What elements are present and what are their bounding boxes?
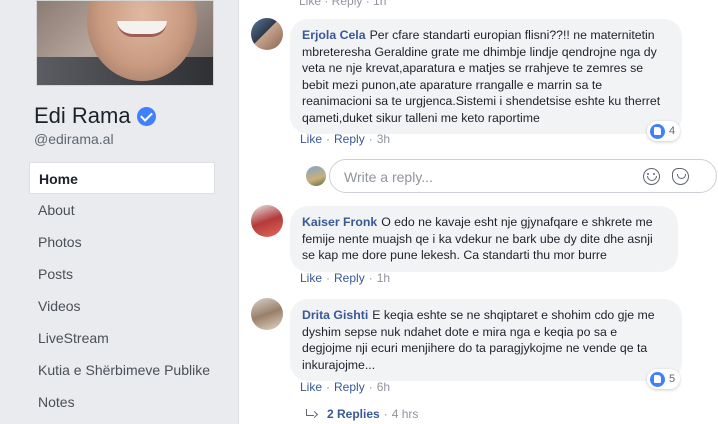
nav-item-home[interactable]: Home <box>29 162 215 194</box>
page-handle[interactable]: @edirama.al <box>34 131 114 147</box>
previous-comment-actions: Like · Reply · 1h <box>299 0 387 8</box>
view-replies-row: 2 Replies · 4 hrs <box>305 407 418 421</box>
separator-dot: · <box>326 132 331 146</box>
reaction-count-badge[interactable]: 5 <box>647 369 681 389</box>
nav-item-posts[interactable]: Posts <box>29 258 215 290</box>
comment-time[interactable]: 1h <box>377 271 390 285</box>
comment-bubble: Erjola Cela Per cfare standarti europian … <box>290 19 682 134</box>
separator-dot: · <box>326 380 331 394</box>
nav-item-public-services[interactable]: Kutia e Shërbimeve Publike <box>29 354 215 386</box>
page-nav: Home About Photos Posts Videos LiveStrea… <box>29 162 215 418</box>
reply-link[interactable]: Reply <box>334 132 365 146</box>
comment-author[interactable]: Erjola Cela <box>302 28 366 42</box>
view-replies-link[interactable]: 2 Replies <box>327 407 380 421</box>
separator-dot: · <box>326 271 331 285</box>
nav-item-photos[interactable]: Photos <box>29 226 215 258</box>
replies-time: 4 hrs <box>391 407 419 421</box>
sticker-icon[interactable] <box>672 168 689 185</box>
nav-item-videos[interactable]: Videos <box>29 290 215 322</box>
current-user-avatar <box>306 166 326 186</box>
nav-item-notes[interactable]: Notes <box>29 386 215 418</box>
comment-actions: Like · Reply · 6h <box>300 380 390 394</box>
reply-link[interactable]: Reply <box>334 271 365 285</box>
comment-actions: Like · Reply · 3h <box>300 132 390 146</box>
comment-time[interactable]: 3h <box>377 132 390 146</box>
avatar-kaiser-fronk[interactable] <box>251 205 283 237</box>
comment-author[interactable]: Drita Gishti <box>302 308 368 322</box>
reply-link[interactable]: Reply <box>334 380 365 394</box>
verified-badge-icon <box>136 106 156 126</box>
comment-bubble: Drita Gishti E keqia eshte se ne shqiptar… <box>290 299 682 381</box>
comment-time[interactable]: 6h <box>377 380 390 394</box>
page-sidebar: Edi Rama @edirama.al Home About Photos P… <box>0 0 228 424</box>
avatar-drita-gishti[interactable] <box>251 298 283 330</box>
like-reaction-icon <box>650 371 665 387</box>
page-title[interactable]: Edi Rama <box>34 103 156 129</box>
like-link[interactable]: Like <box>300 380 322 394</box>
comment-actions: Like · Reply · 1h <box>300 271 390 285</box>
comment-bubble: Kaiser Fronk O edo ne kavaje esht nje gjy… <box>290 206 678 272</box>
like-link[interactable]: Like <box>300 132 322 146</box>
page-name-text[interactable]: Edi Rama <box>34 103 131 129</box>
emoji-icon[interactable] <box>643 168 660 185</box>
reply-input[interactable]: Write a reply... <box>329 159 717 193</box>
separator-dot: · <box>368 380 373 394</box>
like-reaction-icon <box>650 123 665 139</box>
avatar-erjola-cela[interactable] <box>251 18 283 50</box>
separator-dot: · <box>368 132 373 146</box>
separator-dot: · <box>368 271 373 285</box>
reaction-count: 4 <box>669 125 676 137</box>
comment-text: Per cfare standarti europian flisni??!! … <box>302 28 661 125</box>
separator-dot: · <box>383 407 388 421</box>
profile-picture[interactable] <box>36 0 214 86</box>
nav-item-about[interactable]: About <box>29 194 215 226</box>
reaction-count: 5 <box>669 373 676 385</box>
reply-arrow-icon <box>305 409 317 419</box>
comment-author[interactable]: Kaiser Fronk <box>302 215 377 229</box>
reaction-count-badge[interactable]: 4 <box>647 121 681 141</box>
like-link[interactable]: Like <box>300 271 322 285</box>
reply-input-placeholder[interactable]: Write a reply... <box>344 169 433 185</box>
nav-item-livestream[interactable]: LiveStream <box>29 322 215 354</box>
comments-panel: Like · Reply · 1h Erjola Cela Per cfare s… <box>238 0 718 424</box>
